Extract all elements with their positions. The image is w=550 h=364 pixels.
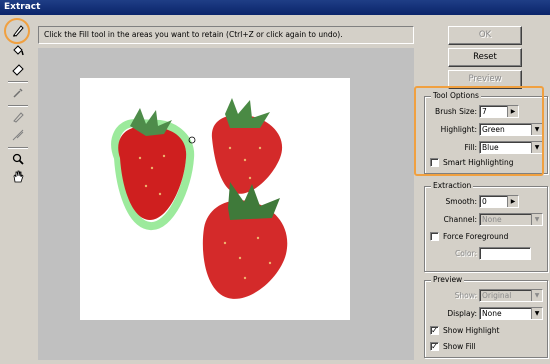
show-value: Original: [482, 291, 512, 300]
smooth-label: Smooth:: [445, 197, 477, 206]
toolbox: [3, 18, 33, 361]
show-row: Show: Original ▼: [425, 289, 545, 303]
instructions-text: Click the Fill tool in the areas you wan…: [38, 26, 414, 44]
force-foreground-checkbox[interactable]: [430, 232, 439, 241]
zoom-icon[interactable]: [7, 150, 29, 168]
smooth-row: Smooth: 0 ▶: [425, 195, 545, 209]
display-row: Display: None ▼: [425, 307, 545, 321]
cleanup-icon[interactable]: [7, 108, 29, 126]
right-panel: OK Reset Preview Tool Options Brush Size…: [418, 18, 548, 361]
chevron-down-icon[interactable]: ▼: [531, 214, 542, 225]
smooth-input[interactable]: 0 ▶: [479, 195, 519, 208]
eyedropper-icon[interactable]: [7, 84, 29, 102]
color-label: Color:: [455, 249, 477, 258]
image-canvas[interactable]: [80, 78, 350, 320]
show-fill-label: Show Fill: [443, 342, 476, 351]
preview-area: [38, 48, 414, 360]
tool-callout-ring: [4, 18, 30, 44]
extraction-group: Extraction Smooth: 0 ▶ Channel: None ▼ F…: [424, 181, 548, 272]
show-highlight-label: Show Highlight: [443, 326, 500, 335]
edge-touchup-icon[interactable]: [7, 126, 29, 144]
smooth-value: 0: [482, 197, 487, 206]
show-select[interactable]: Original ▼: [479, 289, 543, 302]
show-highlight-checkbox[interactable]: ✓: [430, 326, 439, 335]
show-highlight-row: ✓ Show Highlight: [425, 325, 545, 339]
display-select[interactable]: None ▼: [479, 307, 543, 320]
display-label: Display:: [447, 309, 477, 318]
color-swatch[interactable]: [479, 247, 531, 260]
channel-row: Channel: None ▼: [425, 213, 545, 227]
chevron-down-icon[interactable]: ▼: [531, 308, 542, 319]
extraction-title: Extraction: [431, 181, 474, 190]
display-value: None: [482, 309, 502, 318]
tool-options-callout: [414, 86, 544, 176]
preview-title: Preview: [431, 275, 465, 284]
show-fill-checkbox[interactable]: ✓: [430, 342, 439, 351]
channel-label: Channel:: [443, 215, 477, 224]
play-arrow-icon[interactable]: ▶: [507, 196, 518, 207]
reset-button[interactable]: Reset: [448, 48, 522, 67]
ok-button[interactable]: OK: [448, 26, 522, 45]
color-row: Color:: [425, 247, 545, 261]
show-label: Show:: [454, 291, 477, 300]
preview-group: Preview Show: Original ▼ Display: None ▼…: [424, 275, 548, 358]
channel-select[interactable]: None ▼: [479, 213, 543, 226]
extract-dialog: Extract Click the Fill tool in the areas…: [0, 0, 550, 364]
force-foreground-row: Force Foreground: [425, 231, 545, 245]
eraser-icon[interactable]: [7, 60, 29, 78]
force-foreground-label: Force Foreground: [443, 232, 509, 241]
show-fill-row: ✓ Show Fill: [425, 341, 545, 355]
chevron-down-icon[interactable]: ▼: [531, 290, 542, 301]
fill-icon[interactable]: [7, 42, 29, 60]
channel-value: None: [482, 215, 502, 224]
hand-icon[interactable]: [7, 168, 29, 186]
window-title: Extract: [0, 0, 550, 15]
